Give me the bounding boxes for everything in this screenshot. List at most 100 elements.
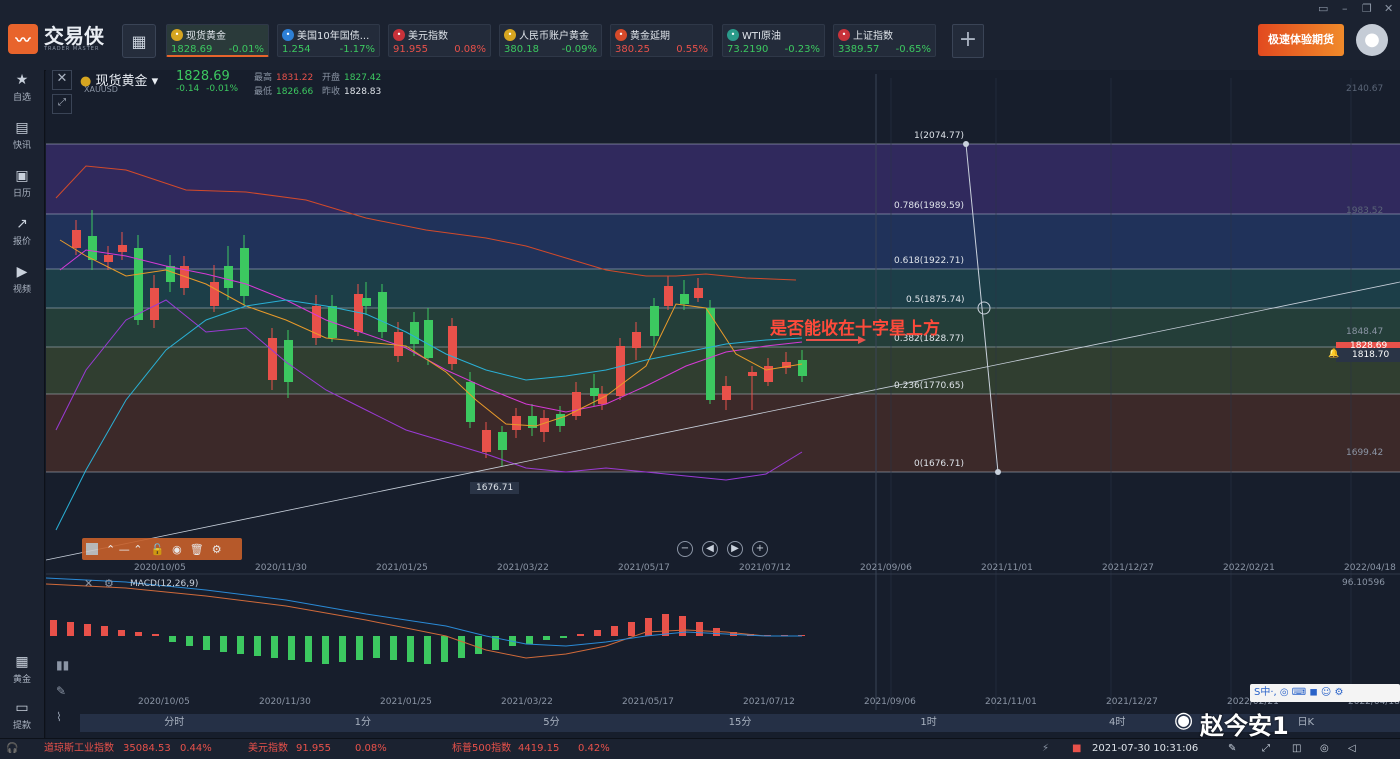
quote-tab-title: • 美元指数	[393, 27, 486, 42]
candlestick[interactable]	[134, 235, 143, 325]
macd-histogram-bar	[628, 622, 635, 636]
minimize-icon[interactable]: –	[1342, 2, 1348, 15]
macd-histogram-bar	[441, 636, 448, 662]
quote-tab[interactable]: • 美国10年国债... 1.254 -1.17%	[277, 24, 380, 57]
macd-histogram-bar	[237, 636, 244, 654]
draw-icon[interactable]: ✎	[56, 684, 66, 698]
period-tab-5min[interactable]: 5分	[457, 714, 646, 732]
scroll-left-button[interactable]: ◀	[702, 541, 718, 557]
maximize-icon[interactable]: ❐	[1362, 2, 1372, 15]
wallet-icon: ▭	[15, 700, 29, 716]
quote-tab-title: • 上证指数	[838, 27, 931, 42]
pin-icon[interactable]: ⤢	[52, 94, 72, 114]
sidebar-item-label: 黄金	[12, 675, 31, 685]
headset-icon[interactable]: 🎧	[6, 739, 18, 759]
bell-icon[interactable]: 🔔	[1328, 349, 1339, 359]
x-axis-label: 2022/04/18	[1344, 563, 1396, 573]
period-tab-1h[interactable]: 1时	[834, 714, 1023, 732]
macd-histogram-bar	[271, 636, 278, 658]
quote-tab-title: • 美国10年国债...	[282, 27, 375, 42]
edit-icon[interactable]: ✎	[1228, 739, 1236, 759]
watermark: 赵今安1	[1200, 712, 1289, 740]
fib-anchor-top[interactable]	[963, 141, 969, 147]
macd-histogram-bar	[407, 636, 414, 662]
line-style-icon[interactable]: ⌃ — ⌃	[106, 543, 142, 556]
macd-x-axis-label: 2021/09/06	[864, 697, 916, 707]
period-tab-1min[interactable]: 1分	[269, 714, 458, 732]
sidebar-item-label: 日历	[12, 189, 31, 199]
network-icon[interactable]: ⚡	[1042, 739, 1049, 759]
bookmark-icon: ★	[15, 72, 29, 88]
fib-label-05: 0.5(1875.74)	[906, 295, 965, 305]
chart-type-icon[interactable]: ⌇	[56, 710, 62, 724]
sound-icon[interactable]: ◁	[1348, 739, 1356, 759]
avatar[interactable]: ●	[1356, 24, 1388, 56]
settings-icon[interactable]: ⚙	[212, 543, 222, 556]
quote-tab[interactable]: • 美元指数 91.955 0.08%	[388, 24, 491, 57]
grid-menu-button[interactable]: ▦	[122, 24, 156, 58]
indicator-settings-icon[interactable]: ⚙	[104, 577, 114, 590]
add-tab-button[interactable]: +	[952, 24, 984, 58]
candle-body	[556, 414, 565, 426]
app-logo: 〰 交易侠 TRADER MASTER	[8, 24, 104, 54]
video-icon: ▶	[16, 264, 28, 280]
sidebar-item-gold[interactable]: ▦ 黄金	[0, 654, 44, 685]
chart-canvas[interactable]	[46, 70, 1400, 738]
close-indicator-icon[interactable]: ✕	[84, 577, 93, 590]
x-axis-label: 2021/11/01	[981, 563, 1033, 573]
zoom-in-button[interactable]: +	[752, 541, 768, 557]
stat-label: 最高	[254, 73, 273, 83]
quote-tab-price: 380.25	[615, 44, 650, 55]
sidebar-item-watchlist[interactable]: ★ 自选	[0, 72, 44, 103]
quote-tab[interactable]: • 黄金延期 380.25 0.55%	[610, 24, 713, 57]
sidebar-item-calendar[interactable]: ▣ 日历	[0, 168, 44, 199]
camera-icon[interactable]: ◎	[1320, 739, 1329, 759]
period-tab-15min[interactable]: 15分	[646, 714, 835, 732]
color-swatch[interactable]	[86, 543, 98, 555]
quote-tab[interactable]: • 上证指数 3389.57 -0.65%	[833, 24, 936, 57]
quote-tab-price: 73.2190	[727, 44, 769, 55]
fullscreen-icon[interactable]: ⤢	[1262, 739, 1270, 759]
ime-toolbar[interactable]: S中·, ◎ ⌨ ◼ ☺ ⚙	[1250, 684, 1400, 702]
candlestick[interactable]	[616, 338, 625, 400]
menu-icon[interactable]: ▭	[1318, 2, 1328, 15]
ticker-name: 美元指数	[248, 743, 288, 754]
fib-zone-1	[46, 144, 1400, 214]
macd-x-axis-label: 2021/07/12	[743, 697, 795, 707]
sidebar-item-news[interactable]: ▤ 快讯	[0, 120, 44, 151]
candle-body	[664, 286, 673, 306]
fib-zone-3	[46, 269, 1400, 308]
index-icon: •	[838, 28, 850, 41]
quote-tab[interactable]: • 现货黄金 1828.69 -0.01%	[166, 24, 269, 57]
close-window-icon[interactable]: ✕	[1384, 2, 1393, 15]
promo-button[interactable]: 极速体验期货	[1258, 24, 1344, 56]
sidebar-item-wallet[interactable]: ▭ 提款	[0, 700, 44, 731]
quote-tab-values: 380.18 -0.09%	[504, 44, 597, 55]
news-icon: ▤	[15, 120, 29, 136]
fib-anchor-bottom[interactable]	[995, 469, 1001, 475]
quote-icon: ↗	[16, 216, 28, 232]
period-tab-timeshare[interactable]: 分时	[80, 714, 269, 732]
screenshot-icon[interactable]: ◫	[1292, 739, 1301, 759]
quote-tab[interactable]: • WTI原油 73.2190 -0.23%	[722, 24, 825, 57]
lock-icon[interactable]: 🔓	[150, 543, 164, 556]
drawing-toolbox[interactable]: ⌃ — ⌃ 🔓 ◉ 🗑 ⚙	[82, 538, 242, 560]
bar-chart-icon: •	[282, 28, 294, 41]
zoom-out-button[interactable]: −	[677, 541, 693, 557]
sidebar-item-quote[interactable]: ↗ 报价	[0, 216, 44, 247]
indicator-icon[interactable]: ▮▮	[56, 658, 69, 672]
quote-tab[interactable]: • 人民币账户黄金 380.18 -0.09%	[499, 24, 602, 57]
ticker-value: 4419.15	[518, 743, 560, 754]
quote-tab-values: 91.955 0.08%	[393, 44, 486, 55]
eye-icon[interactable]: ◉	[172, 543, 182, 556]
quote-tab-values: 380.25 0.55%	[615, 44, 708, 55]
sidebar-item-video[interactable]: ▶ 视频	[0, 264, 44, 295]
trash-icon[interactable]: 🗑	[190, 543, 204, 556]
ticker-pct: 0.44%	[180, 743, 212, 754]
quote-tab-name: 上证指数	[853, 31, 893, 42]
stat-label: 开盘	[322, 73, 341, 83]
quote-tab-title: • 现货黄金	[171, 27, 264, 42]
candlestick[interactable]	[378, 284, 387, 338]
close-chart-button[interactable]: ✕	[52, 70, 72, 90]
scroll-right-button[interactable]: ▶	[727, 541, 743, 557]
